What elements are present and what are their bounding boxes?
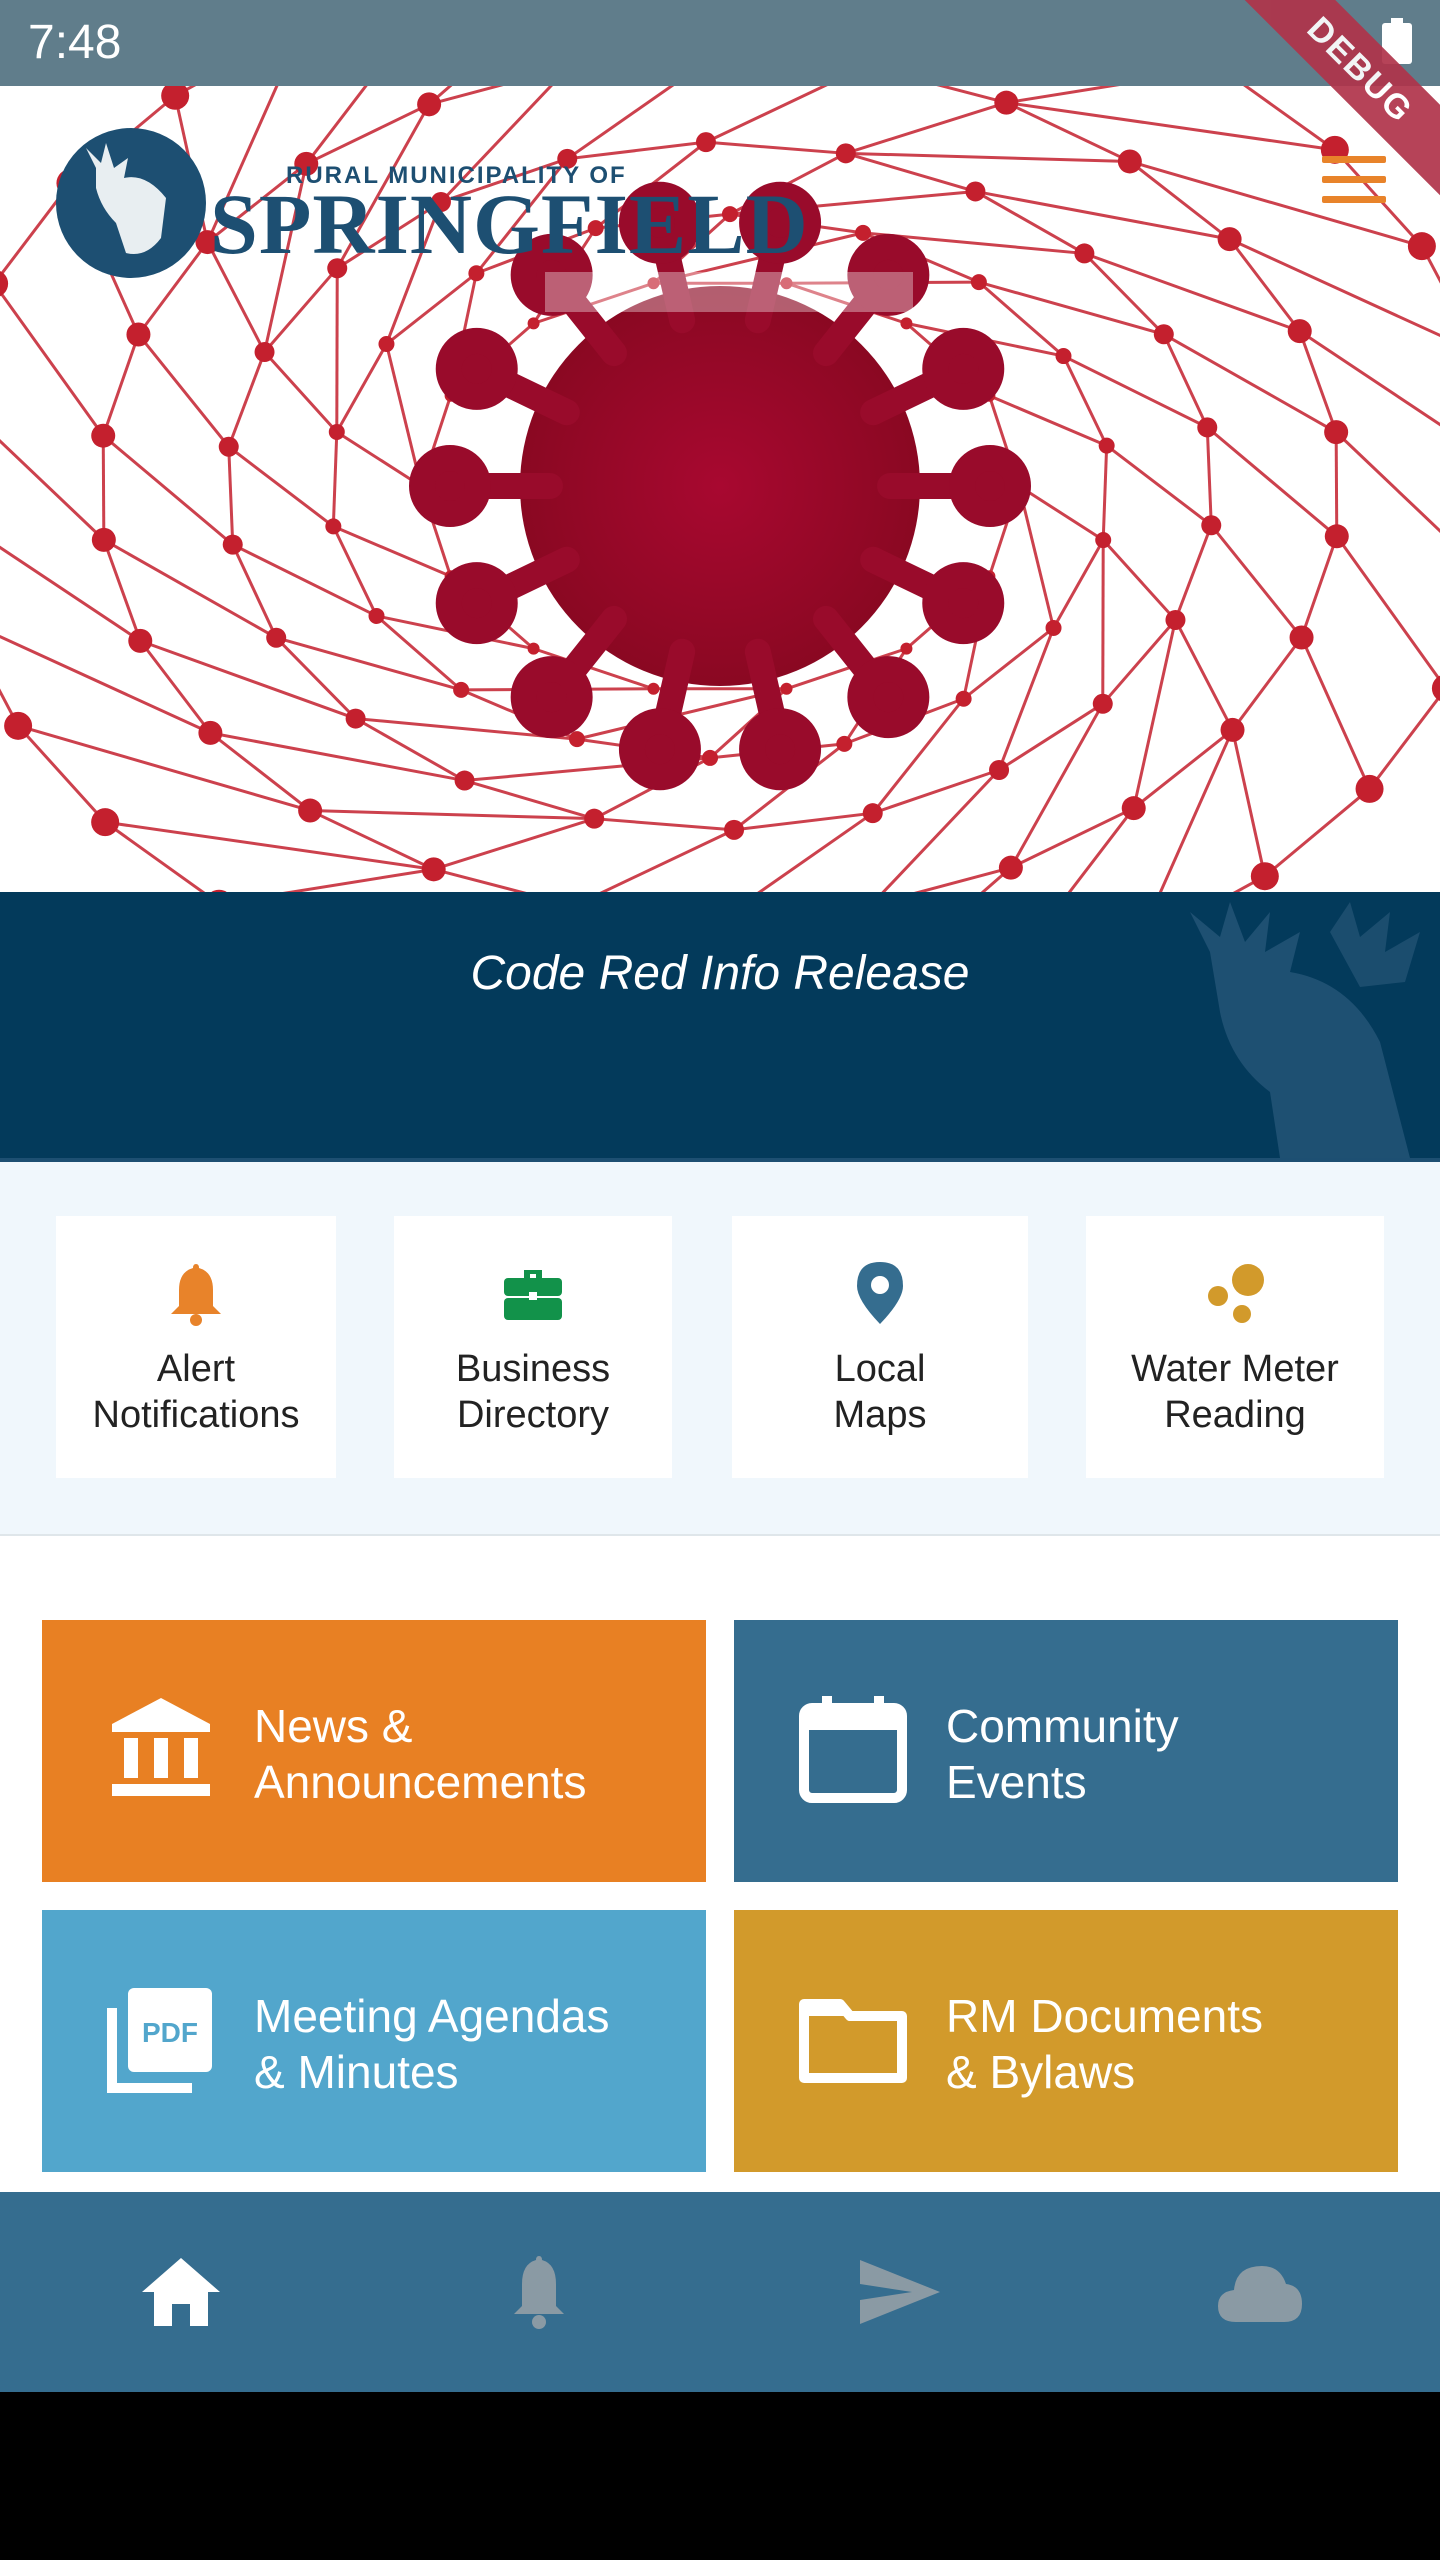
tile-news-announcements[interactable]: News & Announcements (42, 1620, 706, 1882)
tile-rm-documents-bylaws[interactable]: RM Documents & Bylaws (734, 1910, 1398, 2172)
cloud-icon (1218, 2266, 1302, 2322)
quick-link-water-meter-reading[interactable]: Water Meter Reading (1086, 1216, 1384, 1478)
quick-link-label: Business Directory (455, 1348, 611, 1436)
tile-label: RM Documents & Bylaws (946, 1990, 1263, 2098)
droplets-icon (1208, 1264, 1264, 1323)
map-pin-icon (857, 1262, 903, 1324)
status-bar: 7:48 (0, 0, 1440, 86)
tile-label: Community Events (946, 1700, 1179, 1808)
municipality-logo: RURAL MUNICIPALITY OF SPRINGFIELD (50, 108, 808, 278)
hero-banner: RURAL MUNICIPALITY OF SPRINGFIELD (0, 86, 1440, 892)
quick-link-local-maps[interactable]: Local Maps (732, 1216, 1028, 1478)
nav-notifications[interactable] (494, 2252, 584, 2332)
bank-icon (112, 1698, 210, 1796)
pdf-icon: PDF (107, 1988, 212, 2093)
quick-link-alert-notifications[interactable]: Alert Notifications (56, 1216, 336, 1478)
debug-ribbon: DEBUG (1240, 0, 1440, 200)
bell-icon (171, 1264, 221, 1326)
calendar-icon (799, 1696, 907, 1803)
main-tiles: News & Announcements Community Events PD… (0, 1536, 1440, 2192)
briefcase-icon (504, 1270, 562, 1320)
system-navigation-area (0, 2392, 1440, 2560)
moose-emblem-icon (56, 128, 206, 278)
nav-home[interactable] (136, 2252, 226, 2332)
moose-silhouette-icon (1190, 902, 1420, 1158)
bell-icon (514, 2256, 564, 2329)
tile-label: Meeting Agendas & Minutes (254, 1990, 610, 2098)
quick-link-business-directory[interactable]: Business Directory (394, 1216, 672, 1478)
svg-text:PDF: PDF (142, 2017, 198, 2048)
nav-weather[interactable] (1214, 2252, 1304, 2332)
quick-link-label: Alert Notifications (92, 1348, 300, 1436)
debug-label: DEBUG (1240, 0, 1440, 200)
tile-community-events[interactable]: Community Events (734, 1620, 1398, 1882)
tile-meeting-agendas-minutes[interactable]: PDF Meeting Agendas & Minutes (42, 1910, 706, 2172)
nav-send[interactable] (854, 2252, 944, 2332)
home-icon (142, 2258, 220, 2326)
tile-label: News & Announcements (254, 1700, 587, 1808)
status-time: 7:48 (28, 16, 122, 69)
folder-icon (799, 1999, 907, 2083)
send-icon (860, 2260, 940, 2324)
quick-link-label: Local Maps (833, 1348, 927, 1436)
quick-links: Alert Notifications Business Directory L… (0, 1162, 1440, 1536)
bottom-navigation (0, 2192, 1440, 2392)
logo-title: SPRINGFIELD (210, 176, 809, 272)
quick-link-label: Water Meter Reading (1131, 1348, 1339, 1436)
alert-banner[interactable]: Code Red Info Release (0, 892, 1440, 1158)
